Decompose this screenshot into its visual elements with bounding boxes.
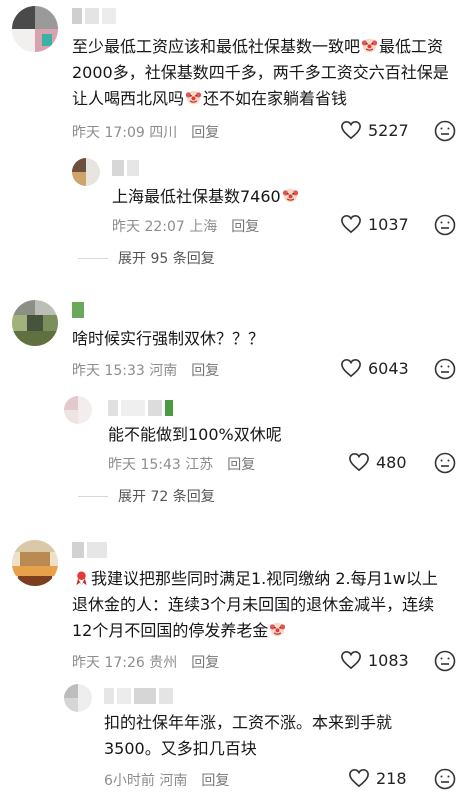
reply-username-blurred[interactable] [112,160,139,176]
avatar[interactable] [12,540,58,586]
reply-text: 能不能做到100%双休呢 [108,425,282,444]
reply-button[interactable]: 回复 [191,363,219,379]
reply-avatar[interactable] [64,396,92,424]
reply-meta: 昨天 15:43 江苏 回复 [108,454,255,474]
reply-time: 6小时前 河南 [104,773,188,789]
clown-emoji-icon [282,188,298,203]
reply-avatar[interactable] [64,684,92,712]
reply-text: 扣的社保年年涨，工资不涨。本来到手就 3500。又多扣几百块 [104,713,393,758]
like-count: 1083 [368,650,409,670]
avatar[interactable] [12,300,58,346]
clown-emoji-icon [185,90,202,105]
divider-line [78,495,108,497]
reply-button[interactable]: 回复 [201,773,229,789]
heart-outline-icon [341,650,361,670]
expand-replies-button[interactable]: 展开 72 条回复 [78,486,215,506]
meh-face-icon[interactable] [434,214,456,236]
like-count: 480 [376,452,407,472]
reply-time: 昨天 22:07 上海 [112,219,218,235]
comment-time: 昨天 17:26 贵州 [72,655,178,671]
meh-face-icon[interactable] [434,358,456,380]
reply-username-blurred[interactable] [104,688,173,704]
avatar[interactable] [12,6,58,52]
comment-meta: 昨天 17:09 四川 回复 [72,122,219,142]
like-count: 1037 [368,214,409,234]
reply-meta: 昨天 22:07 上海 回复 [112,216,259,236]
reply-avatar[interactable] [72,158,100,186]
username-blurred[interactable] [72,302,84,318]
meh-face-icon[interactable] [434,120,456,142]
like-button[interactable]: 6043 [340,358,409,378]
meh-face-icon[interactable] [434,650,456,672]
reply-like-button[interactable]: 218 [348,768,407,788]
reply-button[interactable]: 回复 [191,655,219,671]
comment-meta: 昨天 17:26 贵州 回复 [72,652,219,672]
username-blurred[interactable] [72,542,107,558]
comment-text: 至少最低工资应该和最低社保基数一致吧 最低工资2000多，社保基数四千多，两千多工… [72,37,449,108]
like-button[interactable]: 5227 [340,120,409,140]
divider-line [78,257,108,259]
heart-outline-icon [349,768,369,788]
like-count: 218 [376,768,407,788]
username-blurred[interactable] [72,8,116,24]
like-count: 6043 [368,358,409,378]
like-count: 5227 [368,120,409,140]
comment-1: 至少最低工资应该和最低社保基数一致吧 最低工资2000多，社保基数四千多，两千多工… [0,0,476,267]
reply-meta: 6小时前 河南 回复 [104,770,229,790]
heart-outline-icon [341,214,361,234]
reply-username-blurred[interactable] [108,400,173,416]
expand-label: 展开 95 条回复 [118,251,215,267]
reply-button[interactable]: 回复 [231,219,259,235]
comment-time: 昨天 17:09 四川 [72,125,178,141]
reply-button[interactable]: 回复 [227,457,255,473]
comment-text: 啥时候实行强制双休？？？ [72,329,265,348]
like-button[interactable]: 1083 [340,650,409,670]
reply-button[interactable]: 回复 [191,125,219,141]
reply-time: 昨天 15:43 江苏 [108,457,214,473]
comment-time: 昨天 15:33 河南 [72,363,178,379]
meh-face-icon[interactable] [434,452,456,474]
comment-2: 啥时候实行强制双休？？？ 昨天 15:33 河南 回复 6043 能不能做到100… [0,296,476,506]
reply-like-button[interactable]: 1037 [340,214,409,234]
expand-label: 展开 72 条回复 [118,489,215,505]
heart-outline-icon [341,358,361,378]
comment-text: 我建议把那些同时满足1.视同缴纳 2.每月1w以上 退休金的人：连续3个月未回国… [72,569,438,640]
ribbon-emoji-icon [76,571,87,586]
clown-emoji-icon [361,38,378,53]
comment-3: 我建议把那些同时满足1.视同缴纳 2.每月1w以上 退休金的人：连续3个月未回国… [0,536,476,800]
reply-like-button[interactable]: 480 [348,452,407,472]
reply-text: 上海最低社保基数7460 [112,184,432,210]
comment-meta: 昨天 15:33 河南 回复 [72,360,219,380]
expand-replies-button[interactable]: 展开 95 条回复 [78,248,215,268]
heart-outline-icon [341,120,361,140]
meh-face-icon[interactable] [434,768,456,790]
clown-emoji-icon [270,622,286,637]
heart-outline-icon [349,452,369,472]
